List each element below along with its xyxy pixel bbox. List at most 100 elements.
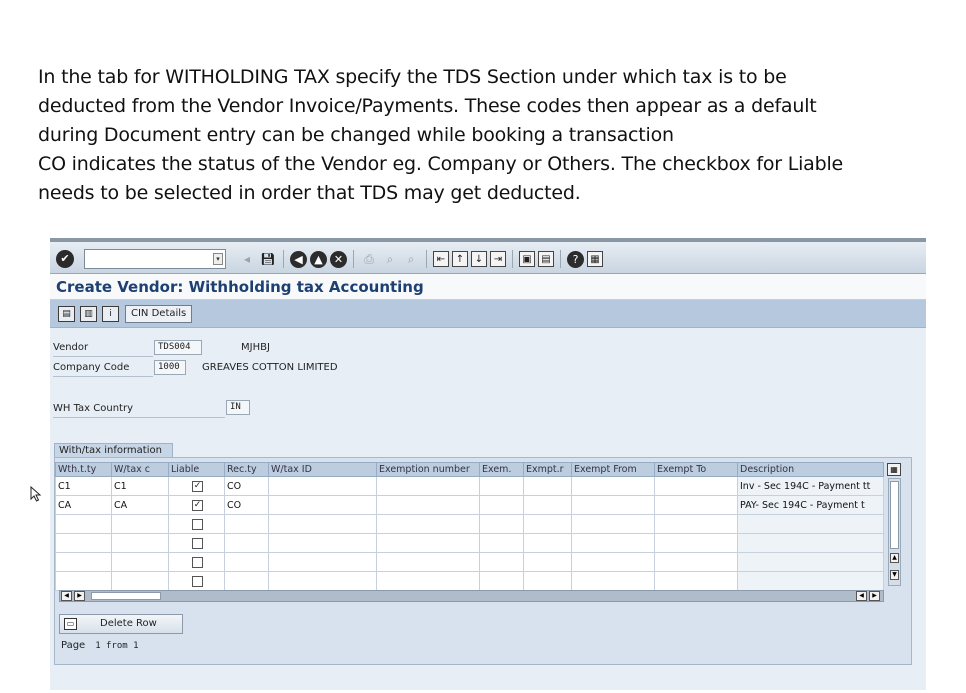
liable-cell[interactable] xyxy=(168,552,225,572)
table-cell[interactable] xyxy=(479,476,524,496)
table-cell[interactable] xyxy=(654,514,738,534)
scroll-right-end-icon[interactable]: ▶ xyxy=(869,591,880,601)
table-cell[interactable] xyxy=(523,514,572,534)
table-cell[interactable] xyxy=(479,533,524,553)
print-icon[interactable]: ⎙ xyxy=(360,250,378,268)
next-page-icon[interactable]: ↓ xyxy=(471,251,487,267)
column-header[interactable]: Rec.ty xyxy=(224,462,269,477)
table-cell[interactable] xyxy=(654,571,738,591)
table-cell[interactable] xyxy=(55,533,112,553)
table-cell[interactable] xyxy=(571,495,655,515)
table-cell[interactable] xyxy=(571,552,655,572)
table-cell[interactable] xyxy=(111,552,169,572)
table-cell[interactable] xyxy=(268,552,377,572)
liable-cell[interactable]: ✓ xyxy=(168,476,225,496)
table-cell[interactable] xyxy=(55,514,112,534)
horizontal-scroll-thumb[interactable] xyxy=(91,592,161,600)
table-cell[interactable] xyxy=(571,533,655,553)
liable-cell[interactable] xyxy=(168,571,225,591)
scroll-left-icon[interactable]: ◀ xyxy=(61,591,72,601)
table-cell[interactable] xyxy=(737,571,884,591)
column-header[interactable]: Exempt From xyxy=(571,462,655,477)
table-cell[interactable] xyxy=(571,514,655,534)
liable-checkbox[interactable] xyxy=(192,575,203,587)
table-cell[interactable]: C1 xyxy=(111,476,169,496)
scroll-up-icon[interactable]: ▲ xyxy=(890,553,899,563)
liable-cell[interactable] xyxy=(168,514,225,534)
table-cell[interactable] xyxy=(224,514,269,534)
cancel-icon[interactable]: ✕ xyxy=(330,250,347,268)
liable-checkbox[interactable] xyxy=(192,518,203,530)
vertical-scroll-thumb[interactable] xyxy=(890,481,899,549)
exit-icon[interactable]: ▲ xyxy=(310,250,327,268)
liable-checkbox[interactable] xyxy=(192,537,203,549)
back-icon[interactable]: ◀ xyxy=(290,250,307,268)
table-cell[interactable] xyxy=(268,495,377,515)
table-cell[interactable] xyxy=(654,476,738,496)
table-cell[interactable] xyxy=(268,533,377,553)
table-cell[interactable] xyxy=(523,495,572,515)
vendor-field[interactable]: TDS004 xyxy=(154,340,202,355)
liable-checkbox[interactable]: ✓ xyxy=(192,499,203,511)
previous-page-icon[interactable]: ↑ xyxy=(452,251,468,267)
first-page-icon[interactable]: ⇤ xyxy=(433,251,449,267)
table-cell[interactable]: CO xyxy=(224,495,269,515)
liable-cell[interactable]: ✓ xyxy=(168,495,225,515)
table-cell[interactable] xyxy=(376,533,480,553)
table-cell[interactable] xyxy=(55,552,112,572)
column-header[interactable]: Exemption number xyxy=(376,462,480,477)
save-icon[interactable]: 💾︎ xyxy=(259,250,277,268)
command-field[interactable]: ▾ xyxy=(84,249,226,269)
table-cell[interactable]: Inv - Sec 194C - Payment tt xyxy=(737,476,884,496)
create-shortcut-icon[interactable]: ▤ xyxy=(538,251,554,267)
table-cell[interactable] xyxy=(571,571,655,591)
vertical-scrollbar[interactable]: ▲ ▼ xyxy=(888,478,901,586)
last-page-icon[interactable]: ⇥ xyxy=(490,251,506,267)
table-cell[interactable]: CA xyxy=(111,495,169,515)
column-header[interactable]: Liable xyxy=(168,462,225,477)
table-cell[interactable]: PAY- Sec 194C - Payment t xyxy=(737,495,884,515)
table-cell[interactable] xyxy=(376,552,480,572)
table-cell[interactable] xyxy=(523,476,572,496)
table-cell[interactable] xyxy=(479,514,524,534)
column-header[interactable]: W/tax c xyxy=(111,462,169,477)
table-cell[interactable] xyxy=(224,552,269,572)
table-settings-icon[interactable]: ▦ xyxy=(887,463,901,476)
table-cell[interactable] xyxy=(111,571,169,591)
table-cell[interactable] xyxy=(376,476,480,496)
table-cell[interactable] xyxy=(268,476,377,496)
wh-tax-country-field[interactable]: IN xyxy=(226,400,250,415)
find-next-icon[interactable]: ⌕ xyxy=(402,250,420,268)
table-cell[interactable]: CO xyxy=(224,476,269,496)
company-code-field[interactable]: 1000 xyxy=(154,360,186,375)
column-header[interactable]: Description xyxy=(737,462,884,477)
delete-row-button[interactable]: ▭ Delete Row xyxy=(59,614,183,634)
find-icon[interactable]: ⌕ xyxy=(381,250,399,268)
table-cell[interactable] xyxy=(224,571,269,591)
table-cell[interactable]: CA xyxy=(55,495,112,515)
table-cell[interactable] xyxy=(268,514,377,534)
column-header[interactable]: W/tax ID xyxy=(268,462,377,477)
create-session-icon[interactable]: ▣ xyxy=(519,251,535,267)
table-cell[interactable] xyxy=(737,533,884,553)
table-cell[interactable] xyxy=(523,552,572,572)
horizontal-scrollbar[interactable]: ◀ ▶ ◀ ▶ xyxy=(59,590,884,602)
liable-checkbox[interactable] xyxy=(192,556,203,568)
table-cell[interactable] xyxy=(268,571,377,591)
cin-details-button[interactable]: CIN Details xyxy=(125,305,193,323)
table-cell[interactable] xyxy=(523,533,572,553)
column-header[interactable]: Exempt To xyxy=(654,462,738,477)
table-cell[interactable] xyxy=(376,571,480,591)
table-cell[interactable] xyxy=(111,533,169,553)
table-cell[interactable] xyxy=(376,495,480,515)
command-history-dropdown-icon[interactable]: ▾ xyxy=(213,253,223,265)
table-cell[interactable] xyxy=(224,533,269,553)
table-cell[interactable] xyxy=(479,495,524,515)
scroll-right-icon[interactable]: ▶ xyxy=(74,591,85,601)
liable-checkbox[interactable]: ✓ xyxy=(192,480,203,492)
back-arrow-icon[interactable]: ◂ xyxy=(238,250,256,268)
table-cell[interactable] xyxy=(523,571,572,591)
table-cell[interactable] xyxy=(571,476,655,496)
scroll-down-icon[interactable]: ▼ xyxy=(890,570,899,580)
table-cell[interactable] xyxy=(479,571,524,591)
